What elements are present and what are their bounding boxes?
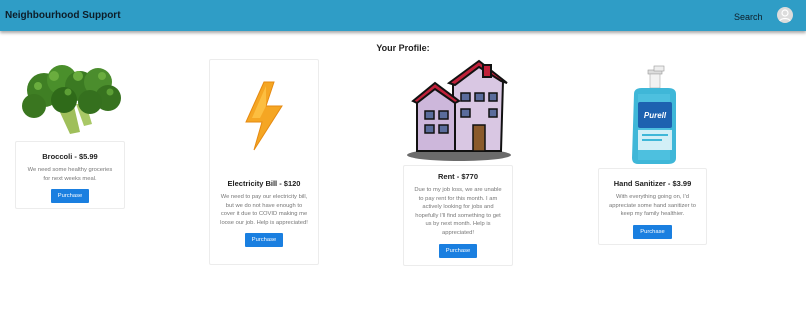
product-card-broccoli: Broccoli - $5.99 We need some healthy gr… [15, 141, 125, 209]
houses-image [407, 59, 511, 161]
brand-title[interactable]: Neighbourhood Support [5, 10, 121, 21]
user-icon [778, 9, 792, 22]
search-link[interactable]: Search [734, 12, 763, 22]
card-description: Due to my job loss, we are unable to pay… [414, 187, 502, 236]
card-description: We need some healthy groceries for next … [27, 167, 113, 182]
product-card-hand-sanitizer: Hand Sanitizer - $3.99 With everything g… [598, 168, 707, 245]
hand-sanitizer-image: Purell [632, 65, 676, 164]
card-description: We need to pay our electricity bill, but… [220, 194, 308, 226]
purchase-button[interactable]: Purchase [50, 189, 90, 204]
card-description: With everything going on, I'd appreciate… [609, 194, 697, 218]
app-bar: Neighbourhood Support Search [0, 0, 806, 31]
broccoli-image [22, 65, 121, 134]
card-title: Electricity Bill - $120 [227, 179, 301, 188]
card-title: Broccoli - $5.99 [42, 152, 98, 161]
card-title: Hand Sanitizer - $3.99 [613, 179, 692, 188]
lightning-bolt-image [245, 81, 283, 151]
purchase-button[interactable]: Purchase [244, 233, 284, 248]
product-card-electricity: Electricity Bill - $120 We need to pay o… [209, 59, 319, 265]
card-title: Rent - $770 [437, 172, 479, 181]
avatar[interactable] [777, 7, 793, 23]
purchase-button[interactable]: Purchase [438, 243, 478, 258]
product-card-rent: Rent - $770 Due to my job loss, we are u… [403, 165, 513, 266]
page-heading: Your Profile: [376, 43, 430, 53]
label-brand: Purell [644, 111, 667, 120]
purchase-button[interactable]: Purchase [633, 224, 672, 239]
